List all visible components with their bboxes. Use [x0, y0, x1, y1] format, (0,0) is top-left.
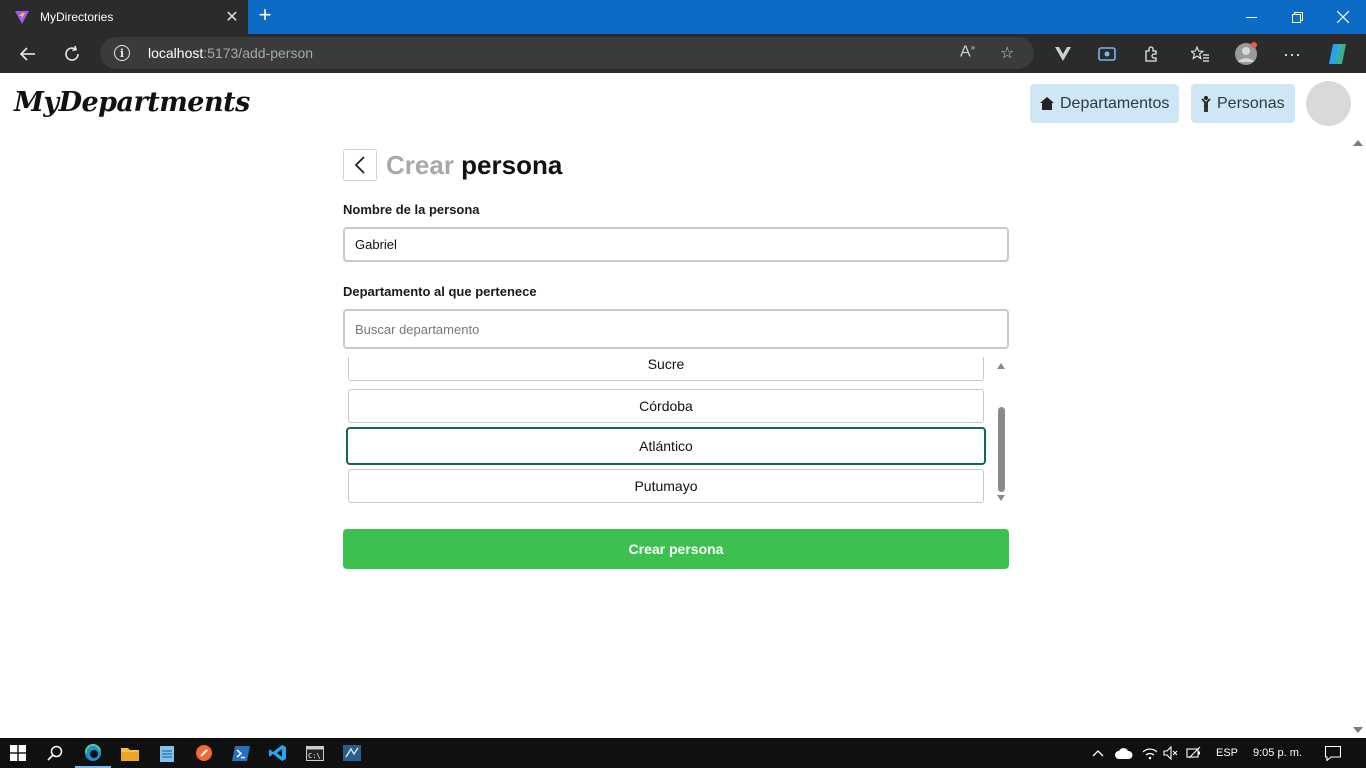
scroll-down-arrow-icon[interactable]: [997, 495, 1005, 501]
department-search-field[interactable]: [343, 309, 1009, 349]
svg-text:C:\: C:\: [308, 752, 321, 760]
home-icon: [1040, 97, 1054, 110]
tab-title: MyDirectories: [40, 10, 114, 24]
department-list-scrollbar[interactable]: [994, 357, 1009, 505]
postman-icon[interactable]: [192, 741, 216, 765]
windows-taskbar: C:\ ESP 9:05 p. m.: [0, 738, 1366, 768]
scroll-up-arrow-icon[interactable]: [997, 363, 1005, 369]
name-input[interactable]: [355, 237, 1007, 252]
notifications-icon[interactable]: [1325, 738, 1341, 768]
vite-logo-icon: [15, 11, 29, 24]
copilot-icon[interactable]: [1322, 38, 1354, 70]
vue-devtools-icon[interactable]: [1047, 38, 1079, 70]
clock[interactable]: 9:05 p. m.: [1253, 738, 1302, 768]
battery-plugged-icon[interactable]: [1186, 738, 1202, 768]
onedrive-cloud-icon[interactable]: [1115, 738, 1133, 768]
app-logo[interactable]: MyDepartments: [14, 87, 250, 118]
chevron-left-icon: [354, 156, 365, 174]
name-label: Nombre de la persona: [343, 202, 480, 217]
close-window-icon[interactable]: [1320, 0, 1366, 34]
wifi-icon[interactable]: [1142, 738, 1158, 768]
powershell-icon[interactable]: [229, 741, 253, 765]
url-path: :5173/add-person: [203, 45, 314, 61]
page-title: Crear persona: [386, 150, 562, 181]
nav-departamentos-button[interactable]: Departamentos: [1030, 84, 1180, 123]
address-bar[interactable]: i localhost:5173/add-person A» ☆: [100, 37, 1034, 69]
favorites-list-icon[interactable]: [1184, 38, 1216, 70]
department-search-input[interactable]: [355, 321, 1007, 337]
tray-chevron-up-icon[interactable]: [1092, 738, 1106, 768]
page-scroll-up-icon[interactable]: [1353, 140, 1363, 146]
create-person-button[interactable]: Crear persona: [343, 529, 1009, 569]
page-scrollbar[interactable]: [1349, 135, 1366, 738]
more-menu-icon[interactable]: ···: [1276, 38, 1308, 70]
department-option[interactable]: Córdoba: [348, 389, 984, 423]
nav-departamentos-label: Departamentos: [1060, 94, 1170, 112]
vscode-icon[interactable]: [266, 741, 290, 765]
screen-capture-icon[interactable]: [1091, 38, 1123, 70]
search-icon[interactable]: [43, 741, 67, 765]
browser-titlebar: MyDirectories ✕ +: [0, 0, 1366, 34]
page-title-noun: persona: [461, 150, 563, 180]
back-button[interactable]: [343, 149, 377, 181]
notepad-icon[interactable]: [155, 741, 179, 765]
profile-icon[interactable]: [1230, 38, 1262, 70]
new-tab-button[interactable]: +: [254, 4, 276, 27]
restore-icon[interactable]: [1274, 0, 1320, 34]
edge-browser-icon[interactable]: [75, 741, 111, 768]
name-field[interactable]: [343, 227, 1009, 262]
back-arrow-icon[interactable]: [12, 38, 44, 70]
department-label: Departamento al que pertenece: [343, 284, 537, 299]
sql-server-icon[interactable]: [340, 741, 364, 765]
extensions-icon[interactable]: [1135, 38, 1167, 70]
site-info-icon[interactable]: i: [114, 45, 130, 61]
refresh-icon[interactable]: [56, 38, 88, 70]
tab-close-icon[interactable]: ✕: [216, 7, 248, 27]
department-option-selected[interactable]: Atlántico: [346, 427, 986, 465]
user-avatar[interactable]: [1306, 81, 1351, 126]
terminal-icon[interactable]: C:\: [303, 741, 327, 765]
department-list[interactable]: Sucre Córdoba Atlántico Putumayo: [343, 357, 1009, 505]
nav-personas-label: Personas: [1217, 94, 1285, 112]
page-scroll-down-icon[interactable]: [1353, 727, 1363, 733]
department-option[interactable]: Sucre: [348, 357, 984, 381]
browser-tab[interactable]: MyDirectories ✕: [0, 0, 248, 34]
volume-muted-icon[interactable]: [1163, 738, 1179, 768]
scrollbar-thumb[interactable]: [998, 407, 1005, 492]
windows-start-icon[interactable]: [6, 741, 30, 765]
person-icon: [1201, 95, 1211, 112]
file-explorer-icon[interactable]: [118, 741, 142, 765]
language-indicator[interactable]: ESP: [1216, 738, 1238, 768]
nav-personas-button[interactable]: Personas: [1191, 84, 1295, 123]
read-aloud-icon[interactable]: A»: [960, 43, 975, 61]
minimize-icon[interactable]: [1228, 0, 1274, 34]
favorite-star-icon[interactable]: ☆: [1000, 43, 1014, 63]
department-option[interactable]: Putumayo: [348, 469, 984, 503]
page-title-verb: Crear: [386, 150, 454, 180]
page-content: MyDepartments Departamentos Personas Cre…: [0, 73, 1366, 738]
url-host: localhost: [148, 45, 204, 61]
browser-toolbar: i localhost:5173/add-person A» ☆ ···: [0, 34, 1366, 73]
